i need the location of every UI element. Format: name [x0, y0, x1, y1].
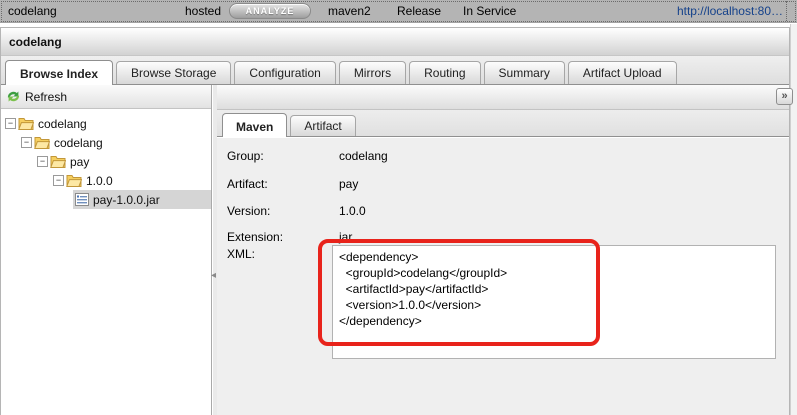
artifact-value: pay [339, 177, 359, 191]
expand-panel-button[interactable]: » [776, 88, 793, 105]
xml-dependency-textarea[interactable]: <dependency> <groupId>codelang</groupId>… [332, 245, 776, 359]
tab-browse-storage[interactable]: Browse Storage [116, 61, 232, 84]
tab-artifact[interactable]: Artifact [290, 115, 356, 136]
folder-open-icon [18, 118, 34, 130]
xml-label: XML: [227, 247, 256, 261]
detail-tab-bar: Maven Artifact [217, 110, 789, 137]
tree-node-label: codelang [38, 116, 87, 131]
cell-divider [786, 1, 787, 21]
tab-artifact-upload[interactable]: Artifact Upload [567, 61, 677, 84]
repository-detail-panel: codelang Browse Index Browse Storage Con… [0, 27, 793, 415]
detail-toolbar: » [217, 85, 793, 110]
tree-node-label: pay-1.0.0.jar [93, 192, 160, 207]
folder-open-icon [34, 137, 50, 149]
refresh-button[interactable]: Refresh [1, 85, 211, 109]
repository-grid-row[interactable]: codelang hosted ANALYZE maven2 Release I… [0, 0, 797, 23]
tab-maven[interactable]: Maven [222, 113, 288, 137]
refresh-label: Refresh [25, 89, 68, 104]
tree-node-label: pay [70, 154, 90, 169]
collapse-node-icon[interactable]: − [37, 156, 48, 167]
group-label: Group: [227, 149, 264, 163]
scrollbar-gutter[interactable] [790, 24, 797, 415]
collapse-node-icon[interactable]: − [21, 137, 32, 148]
repo-policy-cell: Release [397, 4, 442, 18]
artifact-label: Artifact: [227, 177, 268, 191]
tree-node-version[interactable]: − 1.0.0 [1, 171, 211, 190]
folder-open-icon [66, 175, 82, 187]
version-value: 1.0.0 [339, 204, 366, 218]
tree-node-codelang-group[interactable]: − codelang [1, 133, 211, 152]
repo-url-link[interactable]: http://localhost:80… [677, 4, 783, 18]
index-tree-panel: Refresh − codelang − codelang − pay − 1.… [1, 85, 212, 415]
tree-node-jar-file[interactable]: pay-1.0.0.jar [1, 190, 211, 209]
group-value: codelang [339, 149, 388, 163]
refresh-icon [7, 91, 20, 102]
analyze-button[interactable]: ANALYZE [229, 3, 311, 19]
repo-type-cell: hosted [185, 4, 222, 18]
tab-browse-index[interactable]: Browse Index [5, 60, 114, 85]
repo-name-cell: codelang [8, 4, 57, 18]
browse-index-body: Refresh − codelang − codelang − pay − 1.… [1, 85, 793, 415]
jar-file-icon [75, 193, 89, 206]
tab-routing[interactable]: Routing [409, 61, 481, 84]
tree-node-label: 1.0.0 [86, 173, 113, 188]
repo-url-cell: http://localhost:80… [677, 4, 783, 18]
splitter-collapse-icon[interactable]: ◂ [211, 271, 216, 281]
artifact-detail-panel: » Maven Artifact Group: codelang Artifac… [217, 85, 793, 415]
repo-status-cell: In Service [463, 4, 517, 18]
tab-configuration[interactable]: Configuration [234, 61, 336, 84]
tree-node-codelang-root[interactable]: − codelang [1, 114, 211, 133]
collapse-node-icon[interactable]: − [53, 175, 64, 186]
version-label: Version: [227, 204, 271, 218]
collapse-node-icon[interactable]: − [5, 118, 16, 129]
index-tree: − codelang − codelang − pay − 1.0.0 pay-… [1, 109, 211, 209]
repository-tab-bar: Browse Index Browse Storage Configuratio… [1, 56, 789, 85]
tree-node-label: codelang [54, 135, 103, 150]
extension-label: Extension: [227, 230, 284, 244]
panel-title: codelang [1, 28, 789, 56]
tab-summary[interactable]: Summary [483, 61, 565, 84]
folder-open-icon [50, 156, 66, 168]
maven-info-form: Group: codelang Artifact: pay Version: 1… [217, 138, 789, 415]
tab-mirrors[interactable]: Mirrors [338, 61, 407, 84]
repo-format-cell: maven2 [328, 4, 371, 18]
tree-node-pay[interactable]: − pay [1, 152, 211, 171]
extension-value: jar [339, 230, 353, 244]
